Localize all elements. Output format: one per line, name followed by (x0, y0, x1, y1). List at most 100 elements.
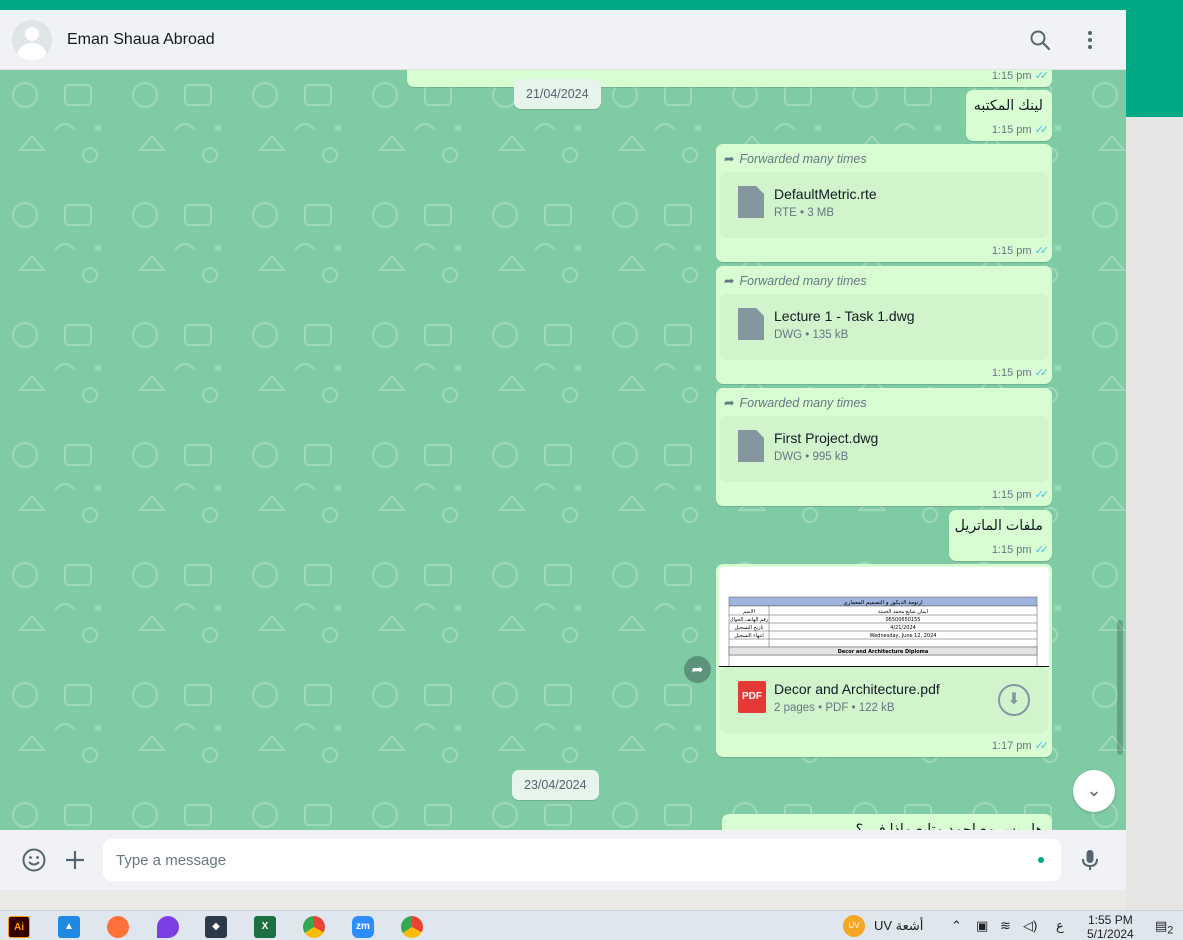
avatar-head-shape (25, 27, 39, 41)
document-icon (738, 430, 764, 462)
message-time: 1:15 pm ✓✓ (991, 366, 1050, 380)
document-icon (738, 186, 764, 218)
tray-wifi-icon[interactable]: ≋ (1000, 918, 1011, 934)
document-message[interactable]: ➦ Forwarded many times DefaultMetric.rte … (716, 144, 1052, 262)
taskbar-chrome-profile-icon[interactable] (401, 916, 423, 938)
attach-plus-icon[interactable] (62, 847, 88, 873)
file-card[interactable]: First Project.dwg DWG • 995 kB (720, 416, 1048, 482)
message-time: 1:15 pm ✓✓ (991, 488, 1049, 502)
file-card[interactable]: Lecture 1 - Task 1.dwg DWG • 135 kB (720, 294, 1048, 360)
tray-device-icon[interactable]: ▣ (976, 918, 988, 934)
message-input[interactable] (103, 839, 1061, 881)
taskbar-firefox-icon[interactable] (107, 916, 129, 938)
top-accent-band (0, 0, 1183, 10)
clock-date: 5/1/2024 (1087, 927, 1134, 940)
input-language-indicator[interactable]: ع (1056, 918, 1064, 934)
search-icon[interactable] (1028, 28, 1052, 52)
message-bubble-partial[interactable]: 1:15 pm ✓✓ (407, 70, 1052, 87)
scroll-to-bottom-button[interactable]: ⌄ (1073, 770, 1115, 812)
message-time: 1:15 pm ✓✓ (991, 543, 1050, 557)
file-name: Decor and Architecture.pdf (774, 681, 940, 697)
date-separator: 23/04/2024 (512, 770, 599, 800)
tray-chevron-up-icon[interactable]: ⌃ (951, 918, 962, 934)
taskbar-illustrator-icon[interactable]: Ai (8, 916, 30, 938)
file-meta: DWG • 995 kB (774, 451, 849, 463)
forward-icon: ➦ (724, 274, 735, 288)
forwarded-label: ➦ Forwarded many times (724, 273, 867, 289)
message-time: 1:17 pm ✓✓ (991, 739, 1050, 753)
file-name: DefaultMetric.rte (774, 186, 877, 202)
document-message[interactable]: ➦ Forwarded many times Lecture 1 - Task 1… (716, 266, 1052, 384)
pdf-preview-table: ارتومة الديكور و التصميم المعماري ايمان … (728, 596, 1038, 666)
weather-label[interactable]: أشعة UV (874, 918, 923, 934)
uv-weather-badge[interactable]: UV (843, 915, 865, 937)
pdf-preview-subtitle: Decor and Architecture Diploma (838, 649, 928, 655)
background-accent-strip (1126, 10, 1183, 117)
contact-name[interactable]: Eman Shaua Abroad (67, 31, 215, 49)
file-name: Lecture 1 - Task 1.dwg (774, 308, 915, 324)
message-bubble[interactable]: لينك المكتبه 1:15 pm ✓✓ (966, 90, 1052, 141)
pdf-preview-cell: 4/21/2024 (890, 625, 916, 631)
pdf-preview-cell: انتهاء التسجيل (734, 633, 763, 639)
file-card[interactable]: PDF Decor and Architecture.pdf 2 pages •… (720, 667, 1048, 733)
message-text: ملفات الماتريل (954, 518, 1043, 534)
read-ticks-icon: ✓✓ (1034, 245, 1050, 257)
file-meta: 2 pages • PDF • 122 kB (774, 702, 895, 714)
message-composer (0, 830, 1126, 890)
file-card[interactable]: DefaultMetric.rte RTE • 3 MB (720, 172, 1048, 238)
pdf-preview-thumbnail[interactable]: ارتومة الديكور و التصميم المعماري ايمان … (719, 567, 1049, 667)
taskbar-app-icon[interactable]: ◆ (205, 916, 227, 938)
message-time: 1:15 pm ✓✓ (991, 70, 1050, 82)
emoji-icon[interactable] (21, 847, 47, 873)
pdf-preview-cell: رقم الهاتف الجوال (730, 617, 769, 623)
scrollbar-thumb[interactable] (1117, 620, 1123, 755)
read-ticks-icon: ✓✓ (1034, 544, 1050, 556)
menu-kebab-icon[interactable] (1078, 28, 1102, 52)
taskbar-photos-icon[interactable]: ▲ (58, 916, 80, 938)
notification-count: 2 (1167, 924, 1174, 937)
forwarded-label: ➦ Forwarded many times (724, 151, 867, 167)
taskbar-zoom-icon[interactable]: zm (352, 916, 374, 938)
pdf-preview-cell: Wednesday, June 12, 2024 (870, 633, 937, 639)
system-clock[interactable]: 1:55 PM 5/1/2024 (1087, 913, 1134, 940)
avatar-body-shape (18, 43, 46, 60)
taskbar-paint-icon[interactable] (157, 916, 179, 938)
pdf-preview-cell: تاريخ التسجيل (735, 625, 765, 631)
microphone-icon[interactable] (1077, 847, 1103, 873)
file-meta: DWG • 135 kB (774, 329, 849, 341)
read-ticks-icon: ✓✓ (1034, 740, 1050, 752)
contact-avatar[interactable] (12, 20, 52, 60)
message-list[interactable]: 1:15 pm ✓✓ 21/04/2024 لينك المكتبه 1:15 p… (0, 70, 1126, 830)
file-meta: RTE • 3 MB (774, 207, 835, 219)
forwarded-label: ➦ Forwarded many times (724, 395, 867, 411)
taskbar-chrome-icon[interactable] (303, 916, 325, 938)
download-icon[interactable]: ⬇ (998, 684, 1030, 716)
pdf-document-message[interactable]: ارتومة الديكور و التصميم المعماري ايمان … (716, 564, 1052, 757)
os-taskbar: Ai ▲ ◆ X zm UV أشعة UV ⌃ ▣ ≋ ◁) ع 1:55 P… (0, 910, 1183, 940)
date-separator: 21/04/2024 (514, 79, 601, 109)
forward-share-icon[interactable]: ➦ (684, 656, 711, 683)
read-ticks-icon: ✓✓ (1034, 70, 1050, 82)
tray-volume-icon[interactable]: ◁) (1023, 918, 1037, 934)
message-bubble[interactable]: ملفات الماتريل 1:15 pm ✓✓ (949, 510, 1052, 561)
message-time: 1:15 pm ✓✓ (991, 244, 1050, 258)
message-time: 1:15 pm ✓✓ (991, 123, 1050, 137)
taskbar-excel-icon[interactable]: X (254, 916, 276, 938)
pdf-file-icon: PDF (738, 681, 766, 713)
read-ticks-icon: ✓✓ (1034, 367, 1050, 379)
pdf-preview-cell: 06500650155 (886, 617, 921, 623)
pdf-preview-cell: الاسم (743, 609, 755, 615)
input-status-dot (1038, 857, 1044, 863)
file-name: First Project.dwg (774, 430, 879, 446)
pdf-preview-cell: ايمان شايع محمد الخبيثة (878, 609, 928, 615)
read-ticks-icon: ✓✓ (1034, 124, 1050, 136)
message-text: لينك المكتبه (973, 98, 1043, 114)
background-panel (1126, 117, 1183, 910)
document-icon (738, 308, 764, 340)
message-bubble-partial[interactable]: هل بس مع احمد متابع ماذا في ؟ (722, 814, 1052, 830)
pdf-preview-title: ارتومة الديكور و التصميم المعماري (843, 599, 923, 606)
document-message[interactable]: ➦ Forwarded many times First Project.dwg … (716, 388, 1052, 506)
chat-header[interactable]: Eman Shaua Abroad (0, 10, 1126, 70)
notifications-icon[interactable]: ▤2 (1155, 918, 1173, 937)
clock-time: 1:55 PM (1088, 913, 1133, 927)
